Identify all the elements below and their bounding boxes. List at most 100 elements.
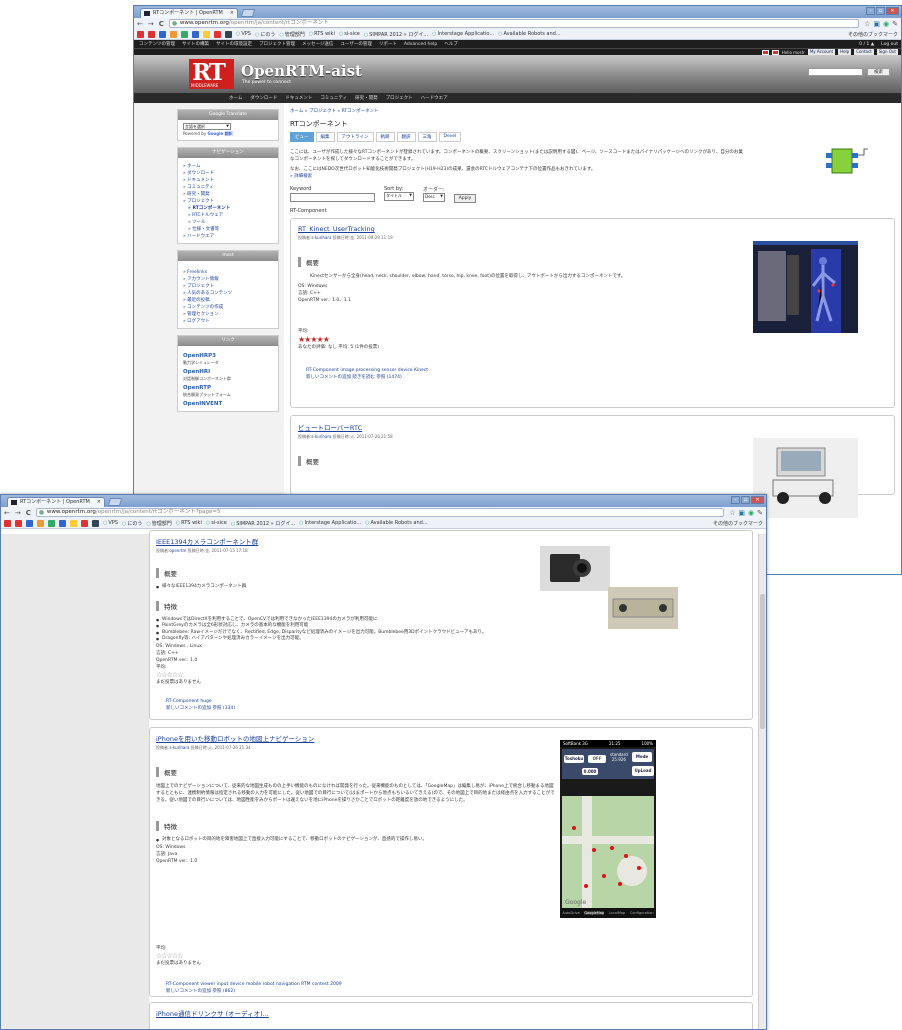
bookmark-ninou[interactable]: にのう [255, 31, 275, 38]
tab-outline[interactable]: アウトライン [336, 132, 374, 142]
bookmark-icon[interactable] [181, 30, 188, 38]
user-link[interactable]: » 人気のあるコンテンツ [183, 290, 273, 297]
advanced-search-link[interactable]: » 詳細検索 [290, 173, 895, 179]
admin-menu-item[interactable]: メッセージ送信 [302, 41, 333, 47]
tab-edit[interactable]: 編集 [315, 132, 335, 142]
back-button[interactable]: ← [137, 20, 143, 28]
nav-home[interactable]: ホーム [229, 95, 242, 101]
admin-menu-item[interactable]: ユーザーの管理 [340, 41, 371, 47]
minimize-button[interactable]: – [731, 496, 740, 504]
author-link[interactable]: s-kurihara [311, 434, 331, 439]
phone-tab[interactable]: Configuration [630, 911, 654, 915]
minimize-button[interactable]: – [866, 7, 875, 15]
user-link[interactable]: » コンテンツの作成 [183, 304, 273, 311]
bookmark-icon[interactable] [170, 30, 177, 38]
bookmark-icon[interactable] [192, 30, 199, 38]
gmail-icon[interactable] [15, 519, 22, 527]
calendar-icon[interactable] [26, 519, 33, 527]
sidebar-link[interactable]: » ツール [183, 219, 273, 226]
ext-link-openhri[interactable]: OpenHRI [183, 368, 273, 376]
kinect-screenshot-image[interactable] [753, 241, 858, 333]
bookmark-ninou[interactable]: にのう [122, 520, 142, 527]
bookmark-star-icon[interactable]: ☆ [864, 20, 870, 28]
user-link[interactable]: » アカウント情報 [183, 276, 273, 283]
rt-logo[interactable]: RT MIDDLEWARE [189, 59, 234, 89]
other-bookmarks[interactable]: その他のブックマーク [848, 31, 898, 38]
phone-mode-button[interactable]: Mode [632, 752, 652, 762]
tab-devel[interactable]: Devel [438, 132, 462, 142]
admin-menu-item[interactable]: ヘルプ [444, 41, 458, 47]
card-title[interactable]: iPhone通信ドリンクサ (オーディオ)... [156, 1008, 746, 1018]
site-search-button[interactable]: 検索 [867, 68, 890, 76]
map-pin-icon[interactable] [584, 884, 588, 888]
close-window-button[interactable]: ✕ [751, 496, 764, 504]
phone-tab[interactable]: LocalMap [609, 911, 625, 915]
user-link[interactable]: » 管理セクション [183, 311, 273, 318]
gmail-icon[interactable] [148, 30, 155, 38]
nav-project[interactable]: プロジェクト [386, 95, 413, 101]
maximize-button[interactable]: ▫ [741, 496, 750, 504]
admin-menu-item[interactable]: サイトの構築 [182, 41, 209, 47]
address-bar[interactable]: www.openrtm.org/openrtm/ja/content/rtコンポ… [168, 19, 860, 28]
address-bar[interactable]: www.openrtm.org/openrtm/ja/content/rtコンポ… [35, 508, 725, 517]
sidebar-link[interactable]: » ホーム [183, 163, 273, 170]
map-pin-icon[interactable] [572, 826, 576, 830]
bookmark-robots[interactable]: Available Robots and... [365, 520, 428, 526]
bookmark-si-sice[interactable]: si-sice [339, 31, 360, 37]
flag-icon[interactable] [771, 49, 779, 55]
phone-map[interactable]: Google [562, 796, 654, 908]
ext-link-openhrp3[interactable]: OpenHRP3 [183, 352, 273, 360]
admin-menu-item[interactable]: サイトの環境設定 [216, 41, 252, 47]
sidebar-link[interactable]: » プロジェクト [183, 198, 273, 205]
breadcrumb[interactable]: ホーム » プロジェクト » RTコンポーネント [290, 108, 895, 114]
phone-upload-button[interactable]: UpLoad [632, 766, 654, 776]
gmail-icon[interactable] [137, 30, 144, 38]
sort-select[interactable]: タイトル [384, 192, 414, 201]
phone-toshoku-button[interactable]: Toshoku [564, 755, 584, 763]
site-title[interactable]: OpenRTM-aist [241, 62, 362, 80]
card-title[interactable]: IEEE1394カメラコンポーネント群 [156, 536, 746, 546]
phone-value-field[interactable]: 0.000 [582, 768, 598, 775]
flag-icon[interactable] [761, 49, 769, 55]
card-links[interactable]: 新しいコメントの追加 参照 (862) [156, 988, 746, 995]
rating-stars[interactable]: ★★★★★ [298, 335, 887, 344]
stereo-camera-image[interactable] [608, 587, 678, 629]
author-link[interactable]: s-kurihara [311, 235, 331, 240]
site-search-input[interactable] [808, 68, 863, 76]
bookmark-icon[interactable] [225, 30, 232, 38]
sidebar-link[interactable]: » RTCドルウェア [183, 212, 273, 219]
forward-button[interactable]: → [148, 20, 154, 28]
apply-button[interactable]: Apply [454, 194, 476, 203]
bookmark-interstage[interactable]: Interstage Applicatio... [299, 520, 361, 526]
tab-triangle[interactable]: 三角 [417, 132, 437, 142]
reload-button[interactable]: C [159, 20, 164, 28]
other-bookmarks[interactable]: その他のブックマーク [713, 520, 763, 527]
reload-button[interactable]: C [26, 509, 31, 517]
card-title[interactable]: RT_Kinect_UserTracking [298, 225, 887, 233]
bookmark-rts-wiki[interactable]: RTS wiki [176, 520, 202, 526]
map-pin-icon[interactable] [602, 874, 606, 878]
user-link[interactable]: » ログアウト [183, 318, 273, 325]
wrench-icon[interactable]: ✎ [892, 20, 898, 28]
language-select[interactable]: 言語を選択 [183, 123, 231, 130]
phone-off-toggle[interactable]: OFF [588, 755, 606, 763]
tab-close-icon[interactable]: × [230, 9, 234, 18]
keyword-input[interactable] [290, 193, 375, 202]
scrollbar-thumb[interactable] [760, 594, 765, 729]
bookmark-icon[interactable] [214, 30, 221, 38]
map-pin-icon[interactable] [618, 882, 622, 886]
card-tags[interactable]: RT-Component huge [156, 698, 746, 705]
sidebar-link[interactable]: » ダウンロード [183, 170, 273, 177]
bookmark-icon[interactable] [48, 519, 55, 527]
new-tab-button[interactable] [107, 498, 123, 506]
forward-button[interactable]: → [15, 509, 21, 517]
tab-view[interactable]: ビュー [290, 132, 314, 142]
tab-translate[interactable]: 翻訳 [396, 132, 416, 142]
bookmark-vps[interactable]: VPS [103, 520, 118, 526]
user-link[interactable]: » 最近の投稿 [183, 297, 273, 304]
gmail-icon[interactable] [4, 519, 11, 527]
browser-tab[interactable]: RTコンポーネント | OpenRTM × [140, 8, 238, 18]
nav-download[interactable]: ダウンロード [250, 95, 277, 101]
bookmark-simpar[interactable]: SIMPAR 2012 » ログイ... [231, 520, 295, 527]
bookmark-icon[interactable] [81, 519, 88, 527]
